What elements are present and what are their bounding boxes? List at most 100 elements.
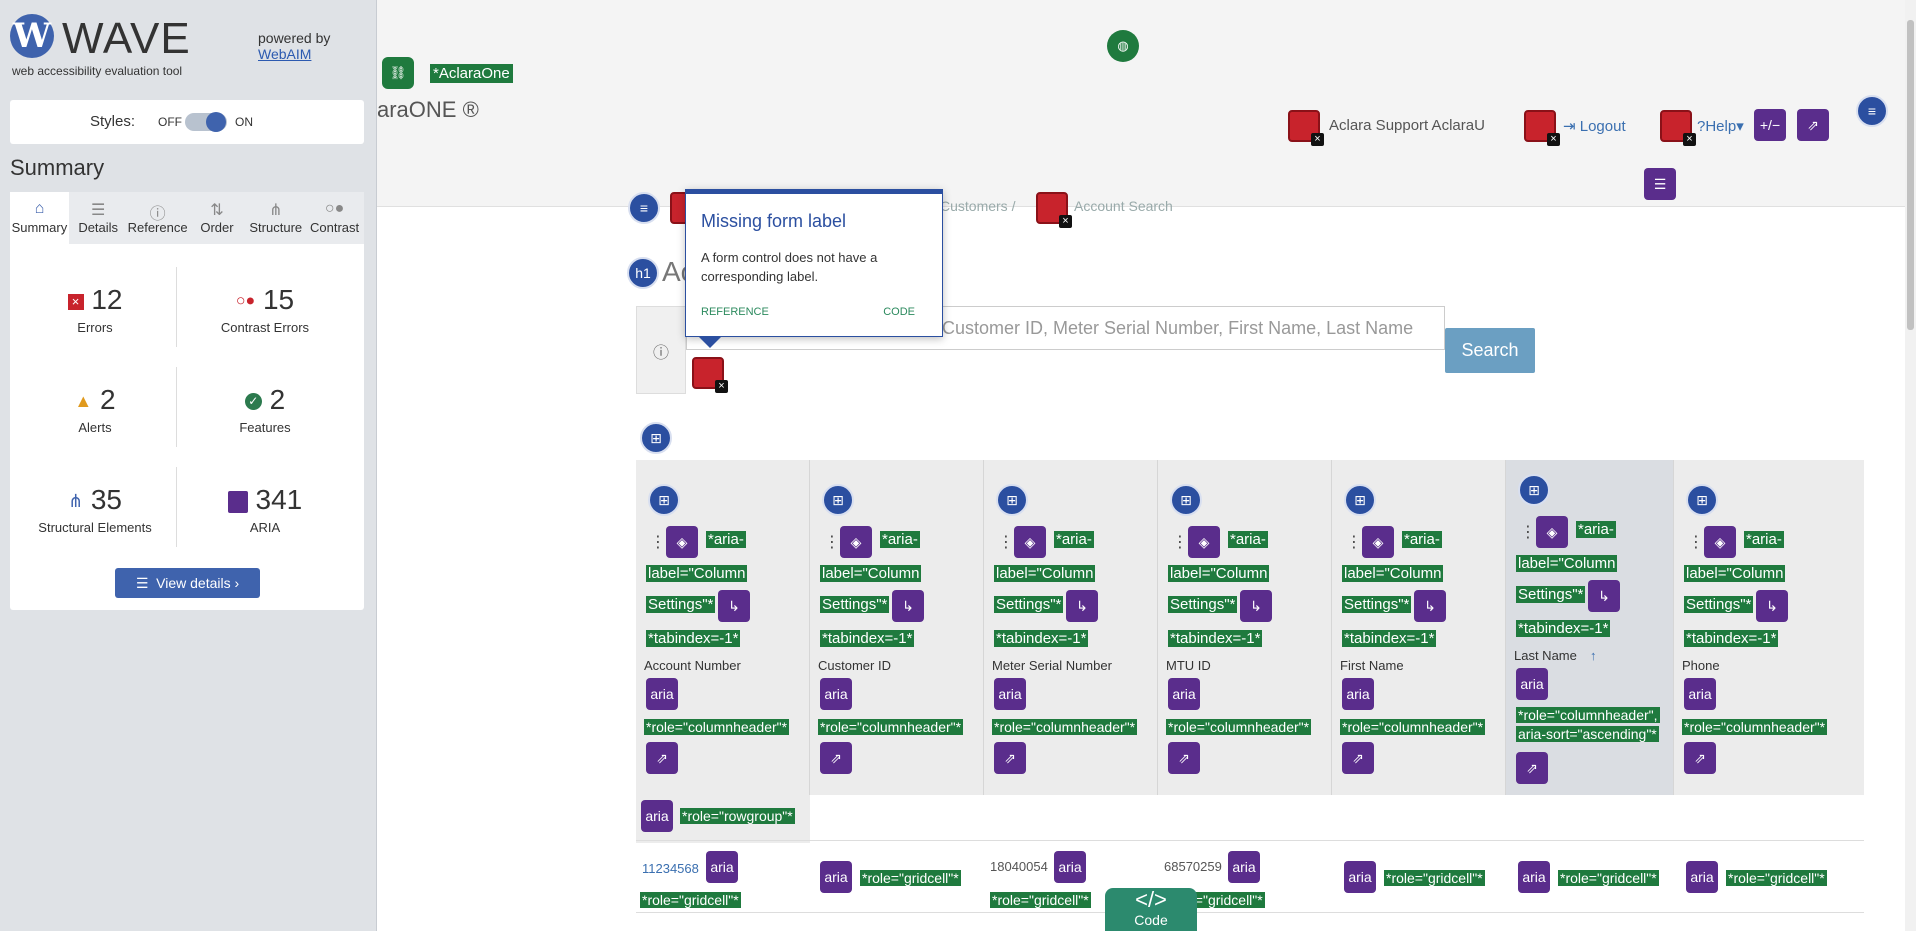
- contrast-icon: ○●: [324, 200, 345, 217]
- globe-icon[interactable]: ◍: [1107, 30, 1139, 62]
- role-columnheader-tag: *role="columnheader"*: [1682, 719, 1828, 735]
- role-gridcell-tag: *role="gridcell"*: [860, 870, 961, 886]
- order-icon: ⇅: [210, 202, 224, 219]
- styles-toggle-box: Styles: OFF ON: [10, 100, 364, 144]
- scrollbar[interactable]: [1905, 0, 1916, 931]
- cell-account-number[interactable]: 11234568: [642, 861, 699, 876]
- column-name[interactable]: Meter Serial Number: [992, 658, 1112, 673]
- sort-ascending-icon[interactable]: ↑: [1590, 648, 1597, 663]
- missing-label-icon[interactable]: [692, 357, 728, 393]
- plus-minus-icon[interactable]: +/−: [1754, 109, 1786, 141]
- nav-support[interactable]: Aclara Support AclaraU: [1329, 117, 1485, 134]
- tab-structure[interactable]: ⋔ Structure: [246, 192, 305, 244]
- breadcrumb-current: Account Search: [1074, 198, 1173, 214]
- tab-reference[interactable]: ⓘ Reference: [128, 192, 188, 244]
- tab-contrast[interactable]: ○● Contrast: [305, 192, 364, 244]
- alerts-label: Alerts: [78, 420, 112, 435]
- contrast-error-icon: ○●: [235, 292, 256, 310]
- scrollbar-thumb[interactable]: [1907, 20, 1914, 330]
- header-table-icon: ⊞: [648, 484, 680, 516]
- aria-badge-icon: aria: [1518, 861, 1550, 893]
- tab-summary-label: Summary: [11, 220, 68, 235]
- role-gridcell-tag: *role="gridcell"*: [1726, 870, 1827, 886]
- webaim-link[interactable]: WebAIM: [258, 46, 330, 62]
- wave-name: WAVE: [62, 14, 191, 63]
- tooltip-code-link[interactable]: CODE: [883, 306, 915, 318]
- list-marker-icon: ≡: [628, 192, 660, 224]
- stat-errors: × 12 Errors: [10, 284, 180, 335]
- row-divider: [636, 912, 1864, 913]
- tab-order[interactable]: ⇅ Order: [188, 192, 247, 244]
- role-columnheader-tag: *role="columnheader"*: [1166, 719, 1312, 735]
- external-link-icon: ⇗: [1516, 752, 1548, 784]
- view-details-button[interactable]: ☰ View details ›: [115, 568, 260, 598]
- search-placeholder: Customer ID, Meter Serial Number, First …: [942, 318, 1414, 338]
- role-gridcell-tag: *role="gridcell"*: [1384, 870, 1485, 886]
- styles-off-label: OFF: [158, 115, 182, 129]
- aria-stat-icon: [227, 490, 248, 513]
- tab-structure-label: Structure: [249, 220, 303, 235]
- error-marker-icon[interactable]: [1288, 110, 1324, 146]
- wave-logo-icon: W: [10, 14, 54, 58]
- role-columnheader-tag: *role="columnheader"*: [1340, 719, 1486, 735]
- header-table-icon: ⊞: [1170, 484, 1202, 516]
- error-marker-icon[interactable]: [1660, 110, 1696, 146]
- header-table-icon: ⊞: [996, 484, 1028, 516]
- view-details-label: View details ›: [156, 575, 240, 591]
- tabindex-icon: ↳: [1756, 590, 1788, 622]
- role-gridcell-tag: *role="gridcell"*: [640, 892, 741, 908]
- search-button[interactable]: Search: [1445, 328, 1535, 373]
- error-marker-icon[interactable]: [1036, 192, 1072, 228]
- nav-help[interactable]: ?Help▾: [1697, 117, 1744, 135]
- table-icon: ⊞: [640, 422, 672, 454]
- wave-sidebar: W WAVE web accessibility evaluation tool…: [0, 0, 377, 931]
- errors-label: Errors: [77, 320, 113, 335]
- tooltip-title: Missing form label: [701, 211, 847, 231]
- styles-toggle[interactable]: [185, 112, 227, 132]
- menu-aria-icon[interactable]: ☰: [1644, 168, 1676, 200]
- list-structure-icon[interactable]: ≡: [1856, 95, 1888, 127]
- tabindex-icon: ↳: [1240, 590, 1272, 622]
- header-table-icon: ⊞: [822, 484, 854, 516]
- tab-summary[interactable]: ⌂ Summary: [10, 192, 69, 244]
- powered-by-text: powered by: [258, 30, 331, 46]
- code-toggle-button[interactable]: </> Code: [1105, 888, 1197, 931]
- stat-features: ✓ 2 Features: [180, 384, 350, 435]
- error-marker-icon[interactable]: [1524, 110, 1560, 146]
- stat-aria: 341 ARIA: [180, 484, 350, 535]
- aria-badge-icon: aria: [1684, 678, 1716, 710]
- aria-count: 341: [255, 484, 303, 515]
- search-info-box: ⓘ: [636, 306, 686, 394]
- styles-label: Styles:: [90, 113, 136, 130]
- external-link-icon: ⇗: [994, 742, 1026, 774]
- external-link-icon[interactable]: ⇗: [1797, 109, 1829, 141]
- header-table-icon: ⊞: [1686, 484, 1718, 516]
- aria-badge-icon: aria: [1228, 851, 1260, 883]
- aria-badge-icon: aria: [1516, 668, 1548, 700]
- link-icon: ⛓: [382, 57, 414, 89]
- column-name[interactable]: Customer ID: [818, 658, 891, 673]
- column-name[interactable]: First Name: [1340, 658, 1404, 673]
- nav-logout[interactable]: ⇥ Logout: [1563, 117, 1626, 135]
- column-name[interactable]: Phone: [1682, 658, 1720, 673]
- aria-badge-icon: aria: [1686, 861, 1718, 893]
- aria-badge-icon: aria: [1342, 678, 1374, 710]
- tooltip-reference-link[interactable]: REFERENCE: [701, 306, 769, 318]
- list-icon: ☰: [135, 575, 149, 591]
- tab-details[interactable]: ☰ Details: [69, 192, 128, 244]
- home-icon: ⌂: [34, 200, 45, 217]
- header-table-icon: ⊞: [1344, 484, 1376, 516]
- column-name[interactable]: Last Name: [1514, 648, 1577, 663]
- cell-mtu-id: 68570259: [1164, 859, 1222, 874]
- aria-badge-icon: aria: [1054, 851, 1086, 883]
- column-name[interactable]: Account Number: [644, 658, 741, 673]
- row-divider: [636, 840, 1864, 841]
- nav-logout-label: Logout: [1579, 118, 1626, 135]
- h1-badge-icon: h1: [627, 257, 659, 289]
- app-header: [377, 0, 1916, 207]
- breadcrumb-customers[interactable]: Customers /: [940, 198, 1015, 214]
- column-name[interactable]: MTU ID: [1166, 658, 1211, 673]
- role-rowgroup-tag: *role="rowgroup"*: [680, 808, 795, 824]
- tooltip-description: A form control does not have a correspon…: [701, 250, 878, 284]
- aria-badge-icon: aria: [994, 678, 1026, 710]
